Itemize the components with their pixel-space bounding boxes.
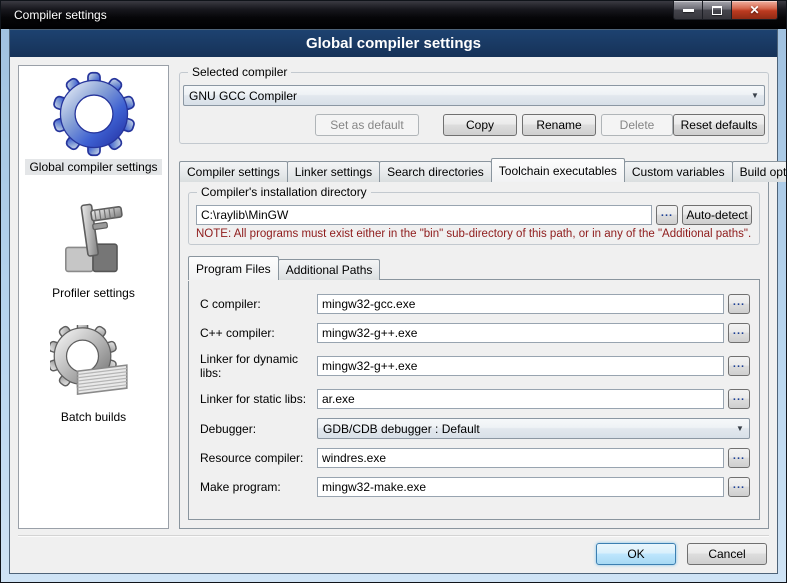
- installation-directory-group: Compiler's installation directory ... Au…: [188, 192, 760, 245]
- dialog-client: Global compiler settings: [9, 29, 778, 574]
- cancel-button[interactable]: Cancel: [687, 543, 767, 565]
- main-panel: Selected compiler GNU GCC Compiler ▼ Set…: [179, 65, 769, 529]
- field-label: Debugger:: [200, 422, 317, 436]
- field-label: C++ compiler:: [200, 326, 317, 340]
- browse-cpp-compiler-button[interactable]: ...: [728, 323, 750, 343]
- minimize-icon: [683, 9, 694, 12]
- chevron-down-icon: ▼: [746, 91, 764, 100]
- delete-button[interactable]: Delete: [601, 114, 673, 136]
- program-files-tabstrip: Program Files Additional Paths: [188, 257, 760, 280]
- set-as-default-button[interactable]: Set as default: [315, 114, 419, 136]
- dialog-footer: OK Cancel: [18, 535, 769, 573]
- sidebar-item-global-compiler-settings[interactable]: Global compiler settings: [25, 71, 161, 175]
- ok-button[interactable]: OK: [596, 543, 676, 565]
- window-controls: ✕: [673, 1, 778, 20]
- resource-compiler-input[interactable]: [317, 448, 724, 468]
- rename-button[interactable]: Rename: [522, 114, 596, 136]
- sidebar-item-label: Global compiler settings: [25, 159, 161, 175]
- field-label: C compiler:: [200, 297, 317, 311]
- sidebar-item-label: Profiler settings: [48, 285, 139, 301]
- compiler-select[interactable]: GNU GCC Compiler ▼: [183, 85, 765, 106]
- debugger-select-value: GDB/CDB debugger : Default: [323, 422, 731, 436]
- close-icon: ✕: [749, 4, 759, 16]
- browse-c-compiler-button[interactable]: ...: [728, 294, 750, 314]
- blue-gear-icon: [51, 71, 137, 157]
- c-compiler-input[interactable]: [317, 294, 724, 314]
- content: Global compiler settings Profiler set: [10, 57, 777, 529]
- gray-gear-stack-icon: [50, 325, 138, 407]
- reset-defaults-button[interactable]: Reset defaults: [673, 114, 765, 136]
- browse-resource-compiler-button[interactable]: ...: [728, 448, 750, 468]
- tab-additional-paths[interactable]: Additional Paths: [278, 259, 381, 280]
- browse-linker-static-button[interactable]: ...: [728, 389, 750, 409]
- field-row-c-compiler: C compiler: ...: [200, 294, 750, 314]
- browse-linker-dynamic-button[interactable]: ...: [728, 356, 750, 376]
- selected-compiler-group: Selected compiler GNU GCC Compiler ▼ Set…: [179, 72, 769, 144]
- compiler-buttons-row: Set as default Copy Rename Delete Reset …: [183, 114, 765, 136]
- sidebar-item-label: Batch builds: [57, 409, 130, 425]
- tab-linker-settings[interactable]: Linker settings: [287, 161, 380, 182]
- maximize-icon: [712, 6, 722, 15]
- field-row-linker-static: Linker for static libs: ...: [200, 389, 750, 409]
- settings-sidebar: Global compiler settings Profiler set: [18, 65, 169, 529]
- chevron-down-icon: ▼: [731, 424, 749, 433]
- tab-search-directories[interactable]: Search directories: [379, 161, 492, 182]
- page-title: Global compiler settings: [10, 30, 777, 57]
- cpp-compiler-input[interactable]: [317, 323, 724, 343]
- compiler-select-value: GNU GCC Compiler: [189, 89, 746, 103]
- field-label: Make program:: [200, 480, 317, 494]
- debugger-select[interactable]: GDB/CDB debugger : Default ▼: [317, 418, 750, 439]
- minimize-button[interactable]: [673, 1, 703, 20]
- close-button[interactable]: ✕: [732, 1, 778, 20]
- tab-compiler-settings[interactable]: Compiler settings: [179, 161, 288, 182]
- field-row-make-program: Make program: ...: [200, 477, 750, 497]
- make-program-input[interactable]: [317, 477, 724, 497]
- sidebar-item-profiler-settings[interactable]: Profiler settings: [48, 199, 139, 301]
- field-label: Resource compiler:: [200, 451, 317, 465]
- field-label: Linker for static libs:: [200, 392, 317, 406]
- titlebar: Compiler settings ✕: [1, 1, 786, 29]
- sidebar-item-batch-builds[interactable]: Batch builds: [50, 325, 138, 425]
- browse-make-program-button[interactable]: ...: [728, 477, 750, 497]
- toolchain-executables-panel: Compiler's installation directory ... Au…: [179, 181, 769, 529]
- linker-static-input[interactable]: [317, 389, 724, 409]
- field-row-resource-compiler: Resource compiler: ...: [200, 448, 750, 468]
- installation-note: NOTE: All programs must exist either in …: [196, 228, 752, 240]
- field-row-debugger: Debugger: GDB/CDB debugger : Default ▼: [200, 418, 750, 439]
- group-legend: Selected compiler: [188, 65, 291, 79]
- auto-detect-button[interactable]: Auto-detect: [682, 205, 752, 225]
- tab-custom-variables[interactable]: Custom variables: [624, 161, 733, 182]
- tab-toolchain-executables[interactable]: Toolchain executables: [491, 158, 625, 182]
- compiler-settings-window: Compiler settings ✕ Global compiler sett…: [0, 0, 787, 583]
- program-files-panel: C compiler: ... C++ compiler: ... Linker…: [188, 279, 760, 520]
- field-row-linker-dynamic: Linker for dynamic libs: ...: [200, 352, 750, 380]
- browse-path-button[interactable]: ...: [656, 205, 678, 225]
- tab-program-files[interactable]: Program Files: [188, 256, 279, 280]
- caliper-icon: [53, 199, 133, 283]
- tab-build-options[interactable]: Build options: [732, 161, 787, 182]
- installation-path-input[interactable]: [196, 205, 652, 225]
- maximize-button[interactable]: [703, 1, 732, 20]
- field-label: Linker for dynamic libs:: [200, 352, 317, 380]
- linker-dynamic-input[interactable]: [317, 356, 724, 376]
- window-title: Compiler settings: [14, 8, 107, 22]
- field-row-cpp-compiler: C++ compiler: ...: [200, 323, 750, 343]
- copy-button[interactable]: Copy: [443, 114, 517, 136]
- group-legend: Compiler's installation directory: [197, 185, 371, 199]
- settings-tabstrip: Compiler settings Linker settings Search…: [179, 158, 769, 182]
- installation-path-row: ... Auto-detect: [196, 205, 752, 225]
